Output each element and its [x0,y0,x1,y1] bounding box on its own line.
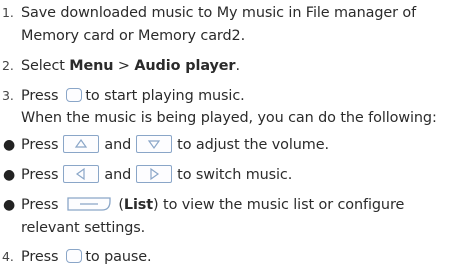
step-4-number: 4. [2,249,14,264]
step-2-text: Select Menu > Audio player. [21,55,240,77]
center-key-icon [66,249,83,263]
step-2-number: 2. [2,58,14,73]
step-3-after: to start playing music. [85,88,245,104]
instruction-document: 1. Save downloaded music to My music in … [0,0,475,270]
step-4-press: Press [21,249,59,265]
step-3-number: 3. [2,88,14,103]
menu-label: Menu [69,58,114,74]
bullet-list-press: Press [21,197,59,213]
step-2-prefix: Select [21,58,70,74]
right-arrow-key-icon [136,164,173,183]
step-4-text: Press to pause. [21,246,152,268]
audio-player-label: Audio player [134,58,236,74]
bullet-dot: ● [3,137,16,153]
bullet-switch-text: Press and to switch music. [21,164,292,186]
bullet-volume-and: and [104,137,132,153]
step-3-text: Press to start playing music. [21,85,245,107]
step-1-text-continued: Memory card or Memory card2. [21,28,246,44]
step-2-separator: > [113,58,135,74]
list-label: List [123,197,154,213]
step-1-text: Save downloaded music to My music in Fil… [21,5,417,21]
bullet-volume-after: to adjust the volume. [177,137,329,153]
bullet-volume-press: Press [21,137,59,153]
step-4-after: to pause. [85,249,152,265]
bullet-list-text-continued: relevant settings. [21,220,146,236]
bullet-list-after: to view the music list or configure [158,197,405,213]
soft-key-icon [66,196,112,212]
bullet-dot: ● [3,197,16,213]
bullet-switch-after: to switch music. [177,167,293,183]
center-key-icon [66,88,83,102]
bullet-list-text: Press (List) to view the music list or co… [21,194,404,216]
step-2-suffix: . [235,58,240,74]
step-3-text-continued: When the music is being played, you can … [21,110,437,126]
bullet-switch-press: Press [21,167,59,183]
left-arrow-key-icon [63,164,100,183]
bullet-dot: ● [3,167,16,183]
bullet-switch-and: and [104,167,132,183]
up-arrow-key-icon [63,134,100,153]
bullet-volume-text: Press and to adjust the volume. [21,134,329,156]
step-3-press: Press [21,88,59,104]
down-arrow-key-icon [136,134,173,153]
step-1-number: 1. [2,5,14,20]
